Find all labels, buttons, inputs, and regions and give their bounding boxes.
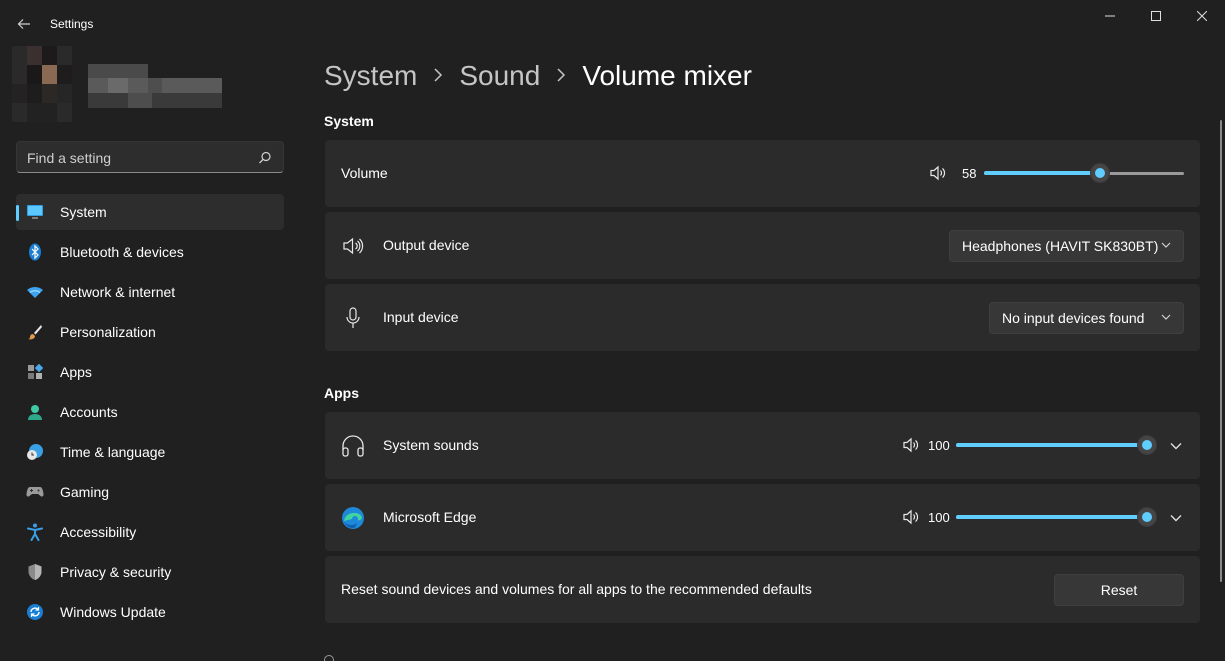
help-icon xyxy=(324,655,334,661)
bluetooth-icon xyxy=(26,243,44,261)
brush-icon xyxy=(26,323,44,341)
sidebar-item-system[interactable]: System xyxy=(16,194,284,230)
speaker-icon[interactable] xyxy=(929,164,947,182)
apps-icon xyxy=(26,363,44,381)
slider-thumb[interactable] xyxy=(1137,435,1157,455)
app-volume-slider[interactable] xyxy=(956,435,1157,455)
breadcrumb-item-system[interactable]: System xyxy=(324,60,417,92)
back-button[interactable] xyxy=(10,10,38,38)
volume-label: Volume xyxy=(341,165,388,181)
master-volume-slider[interactable] xyxy=(984,163,1184,183)
sidebar-item-accounts[interactable]: Accounts xyxy=(16,394,284,430)
speaker-icon[interactable] xyxy=(902,436,920,454)
reset-card: Reset sound devices and volumes for all … xyxy=(325,556,1200,623)
headphones-icon xyxy=(341,434,365,458)
sidebar-item-label: Accounts xyxy=(60,404,118,420)
section-title-apps: Apps xyxy=(324,385,359,401)
sidebar-nav: System Bluetooth & devices Network & int… xyxy=(16,194,284,634)
person-icon xyxy=(26,403,44,421)
app-volume-value: 100 xyxy=(928,438,950,453)
maximize-icon xyxy=(1151,11,1161,21)
sidebar-item-label: System xyxy=(60,204,107,220)
input-device-dropdown[interactable]: No input devices found xyxy=(989,302,1184,334)
app-volume-card-system-sounds: System sounds 100 xyxy=(325,412,1200,479)
sidebar-item-time-language[interactable]: Time & language xyxy=(16,434,284,470)
sidebar-item-accessibility[interactable]: Accessibility xyxy=(16,514,284,550)
minimize-button[interactable] xyxy=(1087,0,1133,32)
globe-clock-icon xyxy=(26,443,44,461)
minimize-icon xyxy=(1105,15,1115,17)
output-device-card: Output device Headphones (HAVIT SK830BT) xyxy=(325,212,1200,279)
sidebar-item-label: Windows Update xyxy=(60,604,166,620)
accessibility-icon xyxy=(26,523,44,541)
app-name: System sounds xyxy=(383,437,479,453)
sidebar-item-apps[interactable]: Apps xyxy=(16,354,284,390)
breadcrumb-item-sound[interactable]: Sound xyxy=(459,60,540,92)
sidebar-item-windows-update[interactable]: Windows Update xyxy=(16,594,284,630)
close-button[interactable] xyxy=(1179,0,1225,32)
slider-fill xyxy=(956,515,1147,519)
avatar xyxy=(12,46,72,122)
slider-fill xyxy=(956,443,1147,447)
speaker-icon[interactable] xyxy=(902,508,920,526)
sidebar-item-privacy-security[interactable]: Privacy & security xyxy=(16,554,284,590)
page-title: Volume mixer xyxy=(582,60,752,91)
section-title-system: System xyxy=(324,113,374,129)
expand-chevron-icon[interactable] xyxy=(1167,437,1185,455)
expand-chevron-icon[interactable] xyxy=(1167,509,1185,527)
wifi-icon xyxy=(26,283,44,301)
search-icon[interactable] xyxy=(257,150,273,166)
sidebar-item-bluetooth[interactable]: Bluetooth & devices xyxy=(16,234,284,270)
close-icon xyxy=(1197,11,1207,21)
speaker-icon xyxy=(341,234,365,258)
sidebar-item-label: Accessibility xyxy=(60,524,137,540)
volume-value: 58 xyxy=(962,166,977,181)
slider-fill xyxy=(984,171,1100,175)
title-bar: Settings xyxy=(0,0,1225,48)
sidebar-item-label: Privacy & security xyxy=(60,564,172,580)
shield-icon xyxy=(26,563,44,581)
slider-thumb[interactable] xyxy=(1137,507,1157,527)
output-device-value: Headphones (HAVIT SK830BT) xyxy=(962,238,1159,254)
back-arrow-icon xyxy=(17,19,30,29)
sidebar-item-network[interactable]: Network & internet xyxy=(16,274,284,310)
output-device-label: Output device xyxy=(383,237,470,253)
sidebar-item-personalization[interactable]: Personalization xyxy=(16,314,284,350)
app-name: Microsoft Edge xyxy=(383,509,477,525)
reset-description: Reset sound devices and volumes for all … xyxy=(341,581,812,597)
sidebar-item-label: Network & internet xyxy=(60,284,176,300)
monitor-icon xyxy=(26,203,44,221)
app-volume-card-microsoft-edge: Microsoft Edge 100 xyxy=(325,484,1200,551)
chevron-down-icon xyxy=(1161,314,1171,320)
sidebar-item-gaming[interactable]: Gaming xyxy=(16,474,284,510)
reset-button[interactable]: Reset xyxy=(1054,574,1184,606)
search-input[interactable] xyxy=(27,148,247,168)
input-device-label: Input device xyxy=(383,309,459,325)
sidebar-item-label: Gaming xyxy=(60,484,110,500)
breadcrumb: System Sound Volume mixer xyxy=(324,56,752,96)
search-box[interactable] xyxy=(16,141,284,173)
app-volume-value: 100 xyxy=(928,510,950,525)
sidebar-item-label: Time & language xyxy=(60,444,166,460)
edge-logo-icon xyxy=(341,506,365,530)
update-icon xyxy=(26,603,44,621)
scrollbar[interactable] xyxy=(1220,120,1222,582)
gamepad-icon xyxy=(26,483,44,501)
maximize-button[interactable] xyxy=(1133,0,1179,32)
volume-card: Volume 58 xyxy=(325,140,1200,207)
chevron-down-icon xyxy=(1161,242,1171,248)
output-device-dropdown[interactable]: Headphones (HAVIT SK830BT) xyxy=(949,230,1184,262)
slider-thumb[interactable] xyxy=(1090,163,1110,183)
sidebar-item-label: Personalization xyxy=(60,324,156,340)
chevron-right-icon xyxy=(556,66,566,87)
app-title: Settings xyxy=(50,17,94,31)
profile-name-blurred xyxy=(88,64,222,108)
input-device-value: No input devices found xyxy=(1002,310,1145,326)
app-volume-slider[interactable] xyxy=(956,507,1157,527)
input-device-card: Input device No input devices found xyxy=(325,284,1200,351)
sidebar-item-label: Apps xyxy=(60,364,92,380)
sidebar-item-label: Bluetooth & devices xyxy=(60,244,184,260)
microphone-icon xyxy=(341,306,365,330)
chevron-right-icon xyxy=(433,66,443,87)
